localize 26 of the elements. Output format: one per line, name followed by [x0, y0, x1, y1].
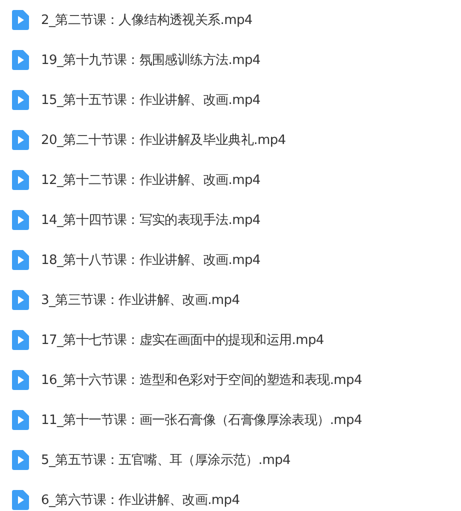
video-file-icon: [12, 130, 29, 150]
file-name[interactable]: 15_第十五节课：作业讲解、改画.mp4: [41, 91, 260, 109]
video-file-icon: [12, 250, 29, 270]
video-file-icon: [12, 410, 29, 430]
file-name[interactable]: 3_第三节课：作业讲解、改画.mp4: [41, 291, 240, 309]
file-name[interactable]: 14_第十四节课：写实的表现手法.mp4: [41, 211, 260, 229]
video-file-icon: [12, 90, 29, 110]
file-name[interactable]: 6_第六节课：作业讲解、改画.mp4: [41, 491, 240, 509]
video-file-icon: [12, 290, 29, 310]
file-name[interactable]: 16_第十六节课：造型和色彩对于空间的塑造和表现.mp4: [41, 371, 362, 389]
video-file-icon: [12, 10, 29, 30]
file-name[interactable]: 17_第十七节课：虚实在画面中的提现和运用.mp4: [41, 331, 324, 349]
video-file-icon: [12, 450, 29, 470]
file-name[interactable]: 2_第二节课：人像结构透视关系.mp4: [41, 11, 252, 29]
video-file-icon: [12, 330, 29, 350]
video-file-icon: [12, 210, 29, 230]
video-file-icon: [12, 50, 29, 70]
file-name[interactable]: 20_第二十节课：作业讲解及毕业典礼.mp4: [41, 131, 286, 149]
file-name[interactable]: 19_第十九节课：氛围感训练方法.mp4: [41, 51, 260, 69]
video-file-icon: [12, 370, 29, 390]
video-file-icon: [12, 490, 29, 510]
video-file-icon: [12, 170, 29, 190]
file-name[interactable]: 18_第十八节课：作业讲解、改画.mp4: [41, 251, 260, 269]
file-name[interactable]: 5_第五节课：五官嘴、耳（厚涂示范）.mp4: [41, 451, 290, 469]
file-name[interactable]: 11_第十一节课：画一张石膏像（石膏像厚涂表现）.mp4: [41, 411, 362, 429]
file-name[interactable]: 12_第十二节课：作业讲解、改画.mp4: [41, 171, 260, 189]
